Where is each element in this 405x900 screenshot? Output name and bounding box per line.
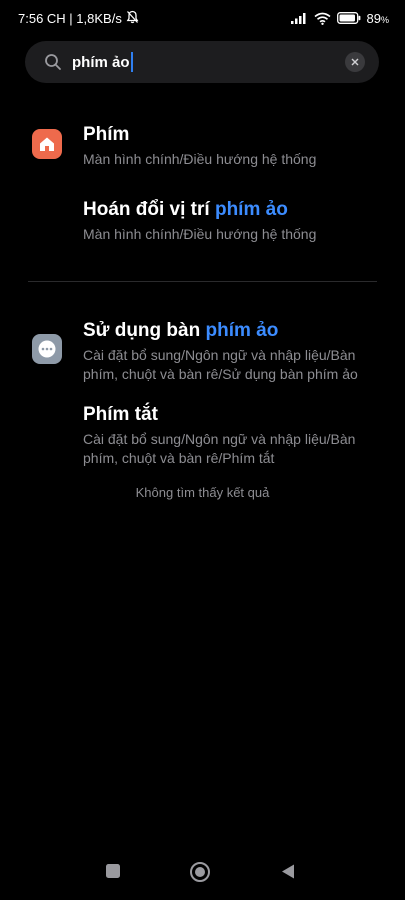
search-result-phim-tat[interactable]: Phím tắt Cài đặt bổ sung/Ngôn ngữ và nhậ… xyxy=(83,403,385,468)
divider xyxy=(28,281,377,282)
result-title-text: Hoán đổi vị trí xyxy=(83,199,210,220)
result-title-highlight: phím ảo xyxy=(214,199,288,220)
result-path: Cài đặt bổ sung/Ngôn ngữ và nhập liệu/Bà… xyxy=(83,431,356,466)
home-icon xyxy=(32,129,62,159)
search-input[interactable]: phím ảo xyxy=(72,52,345,72)
result-path: Màn hình chính/Điều hướng hệ thống xyxy=(83,226,317,242)
clear-search-button[interactable] xyxy=(345,52,365,72)
status-right: 89% xyxy=(290,11,389,26)
home-nav-icon[interactable] xyxy=(189,861,211,888)
no-result-message: Không tìm thấy kết quả xyxy=(135,485,270,500)
result-title-text: Phím xyxy=(83,124,130,145)
battery-percent-value: 89 xyxy=(366,10,381,26)
battery-icon xyxy=(336,12,361,24)
search-icon xyxy=(44,53,62,71)
search-result-hoan-doi[interactable]: Hoán đổi vị trí phím ảo Màn hình chính/Đ… xyxy=(83,198,385,244)
battery-percent-sign: % xyxy=(380,14,389,25)
result-title: Phím tắt xyxy=(83,403,385,427)
status-bar: 7:56 CH | 1,8KB/s 89% xyxy=(0,0,405,36)
status-left: 7:56 CH | 1,8KB/s xyxy=(18,10,139,27)
result-title: Hoán đổi vị trí phím ảo xyxy=(83,198,385,222)
result-title-highlight: phím ảo xyxy=(205,320,279,341)
status-time: 7:56 CH | 1,8KB/s xyxy=(18,10,122,26)
mute-bell-icon xyxy=(126,10,139,27)
wifi-icon xyxy=(314,12,331,25)
search-query: phím ảo xyxy=(72,53,130,71)
result-path: Cài đặt bổ sung/Ngôn ngữ và nhập liệu/Bà… xyxy=(83,347,358,382)
search-result-su-dung-ban-phim-ao[interactable]: Sử dụng bàn phím ảo Cài đặt bổ sung/Ngôn… xyxy=(83,319,385,384)
result-title: Sử dụng bàn phím ảo xyxy=(83,319,385,343)
search-result-phim[interactable]: Phím Màn hình chính/Điều hướng hệ thống xyxy=(83,123,385,169)
close-icon xyxy=(351,53,359,71)
result-path: Màn hình chính/Điều hướng hệ thống xyxy=(83,151,317,167)
nav-bar xyxy=(0,850,405,900)
more-dots-icon xyxy=(32,334,62,364)
recent-apps-icon[interactable] xyxy=(105,863,121,884)
signal-icon xyxy=(290,12,308,24)
result-title-text: Phím tắt xyxy=(83,404,158,425)
result-title: Phím xyxy=(83,123,385,147)
back-icon[interactable] xyxy=(280,863,296,885)
result-title-text: Sử dụng bàn xyxy=(83,320,201,341)
text-caret xyxy=(130,52,133,72)
search-bar[interactable]: phím ảo xyxy=(25,41,379,83)
battery-percent: 89% xyxy=(367,11,389,26)
